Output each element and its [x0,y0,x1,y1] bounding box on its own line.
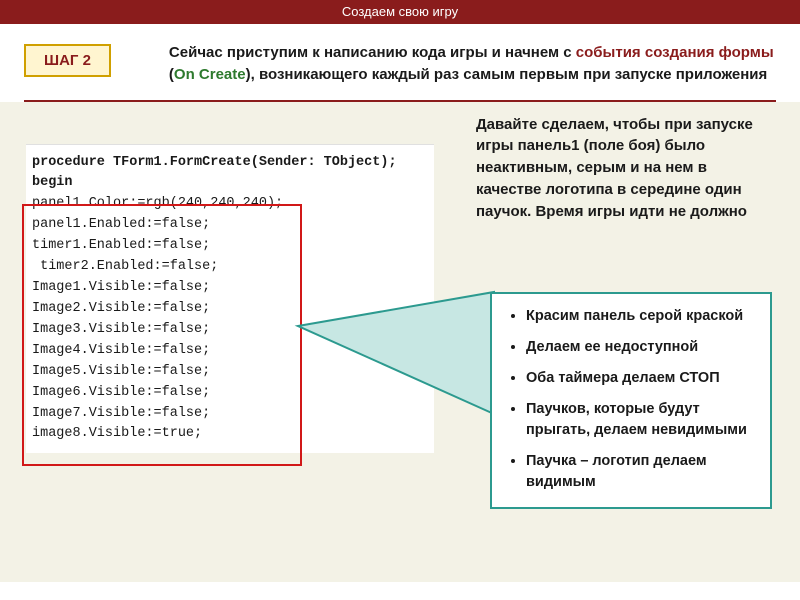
explanation-text: Давайте сделаем, чтобы при запуске игры … [476,114,760,223]
code-line: panel1.Enabled:=false; [32,215,434,236]
callout-item: Делаем ее недоступной [526,337,762,358]
slide-header: Создаем свою игру [0,0,800,24]
code-line: Image3.Visible:=false; [32,320,434,341]
code-pane: procedure TForm1.FormCreate(Sender: TObj… [26,144,434,454]
callout-item: Паучков, которые будут прыгать, делаем н… [526,399,762,441]
callout-item: Паучка – логотип делаем видимым [526,451,762,493]
step-label: ШАГ 2 [44,52,91,69]
code-line: Image1.Visible:=false; [32,278,434,299]
code-line: begin [32,173,434,194]
code-line: Image6.Visible:=false; [32,383,434,404]
slide-title: Создаем свою игру [342,4,458,19]
lower-pane: procedure TForm1.FormCreate(Sender: TObj… [0,102,800,582]
intro-text: Сейчас приступим к написанию кода игры и… [169,42,776,86]
callout-item: Красим панель серой краской [526,306,762,327]
code-line: timer1.Enabled:=false; [32,236,434,257]
code-line: timer2.Enabled:=false; [32,257,434,278]
intro-part4: On Create [174,66,246,83]
code-line: image8.Visible:=true; [32,424,434,445]
code-line: Image2.Visible:=false; [32,299,434,320]
intro-part5: ), возникающего каждый раз самым первым … [246,66,768,83]
code-line: Image5.Visible:=false; [32,362,434,383]
code-line: Image4.Visible:=false; [32,341,434,362]
step-badge: ШАГ 2 [24,44,111,77]
code-line: Image7.Visible:=false; [32,404,434,425]
intro-part2: события создания формы [576,44,774,61]
intro-part1: Сейчас приступим к написанию кода игры и… [169,44,576,61]
intro-row: ШАГ 2 Сейчас приступим к написанию кода … [24,42,776,86]
code-line: panel1.Color:=rgb(240,240,240); [32,194,434,215]
callout-item: Оба таймера делаем СТОП [526,368,762,389]
callout-list: Красим панель серой краской Делаем ее не… [498,306,762,493]
slide-content: ШАГ 2 Сейчас приступим к написанию кода … [0,24,800,102]
callout-box: Красим панель серой краской Делаем ее не… [490,292,772,509]
code-line: procedure TForm1.FormCreate(Sender: TObj… [32,153,434,174]
